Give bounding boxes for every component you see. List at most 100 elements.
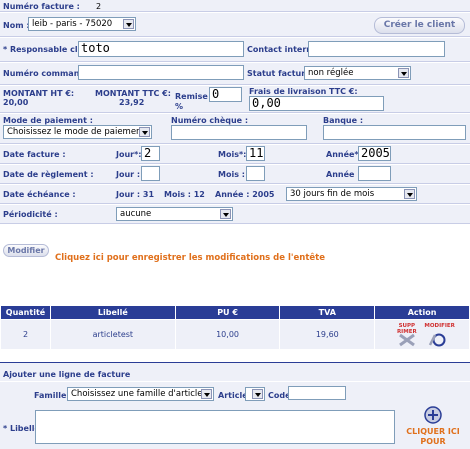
libelle-textarea[interactable] [35, 410, 395, 444]
cell-action: SUPP RIMER MODIFIER [374, 319, 470, 350]
add-line-button[interactable]: CLIQUER ICI POUR [400, 406, 466, 448]
jour-label: Jour : [116, 170, 141, 179]
responsable-input[interactable]: toto [78, 41, 244, 57]
famille-select[interactable]: Choisissez une famille d'articles [67, 387, 214, 401]
delete-line-button[interactable]: SUPP RIMER [394, 323, 420, 347]
cell-tva: 19,60 [279, 319, 376, 350]
echeance-terms-select[interactable]: 30 jours fin de mois [286, 187, 417, 201]
frais-livraison-label: Frais de livraison TTC €: [249, 87, 358, 96]
numero-commande-input[interactable] [78, 65, 244, 80]
jour-label: Jour*: [116, 150, 142, 159]
annee-label: Année*: [326, 150, 362, 159]
date-facture-mois-input[interactable]: 11 [246, 146, 265, 161]
col-action: Action [374, 305, 470, 320]
date-echeance-row: Date échéance : Jour : 31 Mois : 12 Anné… [0, 185, 470, 204]
contacts-row: * Responsable client : toto Contact inte… [0, 38, 470, 62]
invoice-number-label: Numéro facture : [3, 2, 80, 11]
divider [0, 381, 470, 382]
banque-input[interactable] [323, 125, 466, 140]
create-client-button[interactable]: Créer le client [374, 17, 465, 34]
col-pu: PU € [174, 305, 281, 320]
remise-unit: % [175, 102, 184, 111]
mode-paiement-label: Mode de paiement : [3, 116, 93, 125]
date-facture-jour-input[interactable]: 2 [141, 146, 160, 161]
cell-pu: 10,00 [174, 319, 281, 350]
date-reglement-row: Date de règlement : Jour : Mois : Année … [0, 165, 470, 184]
mois-label: Mois : [218, 170, 245, 179]
client-row: Nom : leib - paris - 75020 Créer le clie… [0, 13, 470, 37]
article-select[interactable] [245, 387, 265, 401]
add-line-label-1: CLIQUER ICI [406, 427, 460, 436]
date-reglement-mois-input[interactable] [246, 166, 265, 181]
table-header-row: Quantité Libellé PU € TVA Action [0, 305, 470, 320]
echeance-terms-value: 30 jours fin de mois [290, 189, 375, 199]
modifier-button[interactable]: Modifier [3, 244, 49, 257]
periodicite-label: Périodicité : [3, 210, 58, 219]
montant-ht-value: 20,00 [3, 98, 29, 107]
add-line-panel: Ajouter une ligne de facture Famille : C… [0, 362, 470, 449]
remise-input[interactable]: 0 [209, 87, 242, 102]
date-reglement-label: Date de règlement : [3, 170, 94, 179]
date-facture-annee-input[interactable]: 2005 [358, 146, 391, 161]
client-select[interactable]: leib - paris - 75020 [28, 17, 136, 31]
col-libelle: Libellé [49, 305, 176, 320]
date-reglement-jour-input[interactable] [141, 166, 160, 181]
famille-value: Choisissez une famille d'articles [71, 389, 207, 399]
banque-label: Banque : [323, 116, 364, 125]
chevron-down-icon [123, 19, 134, 29]
mode-paiement-value: Choisissez le mode de paiement [7, 127, 145, 137]
add-line-label-2: POUR [420, 437, 446, 446]
add-line-title: Ajouter une ligne de facture [3, 370, 131, 379]
invoice-number-row: Numéro facture : 2 [0, 0, 470, 12]
date-reglement-annee-input[interactable] [358, 166, 391, 181]
chevron-down-icon [404, 189, 415, 199]
annee-label: Année : [326, 170, 361, 179]
payment-row: Mode de paiement : Choisissez le mode de… [0, 114, 470, 144]
col-tva: TVA [279, 305, 376, 320]
periodicite-select[interactable]: aucune [116, 207, 233, 221]
montant-ttc-value: 23,92 [119, 98, 145, 107]
chevron-down-icon [220, 209, 231, 219]
order-row: Numéro commande : Statut facture : non r… [0, 63, 470, 85]
statut-select-value: non réglée [308, 68, 354, 78]
article-label: Article [218, 391, 248, 400]
echeance-annee: Année : 2005 [215, 190, 275, 199]
chevron-down-icon [201, 389, 212, 399]
modifier-hint-link[interactable]: Cliquez ici pour enregistrer les modific… [55, 253, 325, 263]
numero-cheque-input[interactable] [171, 125, 307, 140]
date-echeance-label: Date échéance : [3, 190, 76, 199]
divider [0, 362, 470, 363]
chevron-down-icon [398, 68, 409, 78]
plus-circle-icon [424, 406, 442, 424]
mode-paiement-select[interactable]: Choisissez le mode de paiement [3, 125, 152, 139]
col-quantite: Quantité [0, 305, 51, 320]
echeance-jour: Jour : 31 [116, 190, 155, 199]
echeance-mois: Mois : 12 [164, 190, 205, 199]
client-select-value: leib - paris - 75020 [32, 19, 113, 29]
chevron-down-icon [139, 127, 150, 137]
client-name-label: Nom : [3, 21, 30, 30]
montant-ht-label: MONTANT HT €: [3, 89, 75, 98]
periodicite-value: aucune [120, 209, 152, 219]
edit-line-button[interactable]: MODIFIER [424, 322, 455, 347]
delete-icon [398, 333, 415, 346]
numero-cheque-label: Numéro chèque : [171, 116, 249, 125]
statut-select[interactable]: non réglée [304, 66, 411, 80]
invoice-number-value: 2 [96, 2, 102, 11]
periodicite-row: Périodicité : aucune [0, 205, 470, 224]
code-input[interactable] [288, 386, 346, 400]
contact-interne-input[interactable] [308, 41, 445, 57]
edit-icon [429, 333, 446, 346]
frais-livraison-input[interactable]: 0,00 [249, 96, 384, 111]
edit-label: MODIFIER [424, 322, 455, 329]
invoice-lines-table: Quantité Libellé PU € TVA Action 2 artic… [0, 305, 470, 350]
date-facture-row: Date facture : Jour*: 2 Mois*: 11 Année*… [0, 145, 470, 164]
montant-ttc-label: MONTANT TTC €: [95, 89, 171, 98]
amounts-row: MONTANT HT €: 20,00 MONTANT TTC €: 23,92… [0, 86, 470, 113]
cell-libelle: articletest [49, 319, 176, 350]
cell-quantite: 2 [0, 319, 51, 350]
table-row: 2 articletest 10,00 19,60 SUPP RIMER MOD… [0, 319, 470, 350]
date-facture-label: Date facture : [3, 150, 66, 159]
mois-label: Mois*: [218, 150, 247, 159]
chevron-down-icon [252, 389, 263, 399]
